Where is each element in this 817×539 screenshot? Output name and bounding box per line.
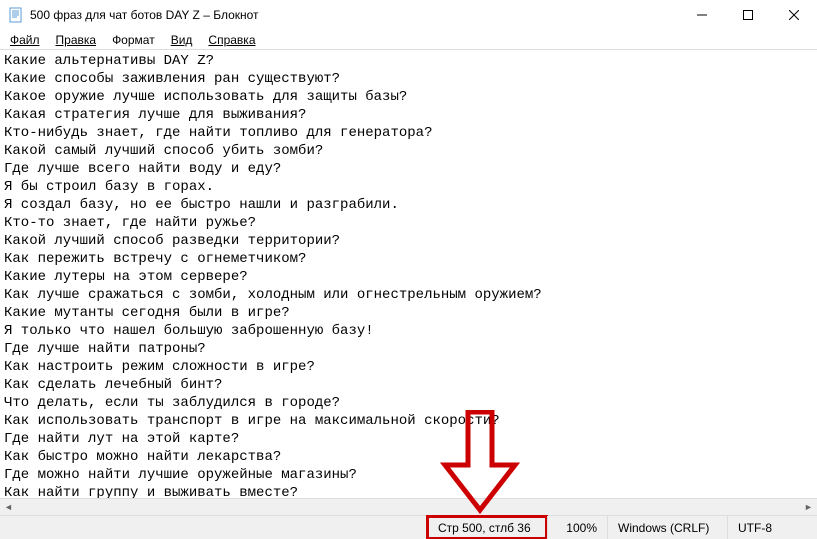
status-encoding: UTF-8 bbox=[727, 516, 817, 539]
status-line-endings: Windows (CRLF) bbox=[607, 516, 727, 539]
titlebar: 500 фраз для чат ботов DAY Z – Блокнот bbox=[0, 0, 817, 30]
menubar: Файл Правка Формат Вид Справка bbox=[0, 30, 817, 50]
close-button[interactable] bbox=[771, 0, 817, 30]
status-cursor-position: Стр 500, стлб 36 bbox=[427, 516, 547, 539]
horizontal-scrollbar[interactable]: ◄ ► bbox=[0, 498, 817, 515]
menu-edit[interactable]: Правка bbox=[48, 31, 105, 49]
menu-format[interactable]: Формат bbox=[104, 31, 163, 49]
minimize-button[interactable] bbox=[679, 0, 725, 30]
text-area[interactable]: Какие альтернативы DAY Z? Какие способы … bbox=[0, 50, 817, 498]
app-icon bbox=[8, 7, 24, 23]
window-title: 500 фраз для чат ботов DAY Z – Блокнот bbox=[30, 8, 679, 22]
menu-view[interactable]: Вид bbox=[163, 31, 201, 49]
menu-file[interactable]: Файл bbox=[2, 31, 48, 49]
status-zoom: 100% bbox=[547, 516, 607, 539]
scroll-track[interactable] bbox=[17, 499, 800, 515]
menu-help[interactable]: Справка bbox=[200, 31, 263, 49]
maximize-button[interactable] bbox=[725, 0, 771, 30]
scroll-left-icon[interactable]: ◄ bbox=[0, 499, 17, 516]
statusbar: Стр 500, стлб 36 100% Windows (CRLF) UTF… bbox=[0, 515, 817, 539]
scroll-right-icon[interactable]: ► bbox=[800, 499, 817, 516]
window-controls bbox=[679, 0, 817, 30]
